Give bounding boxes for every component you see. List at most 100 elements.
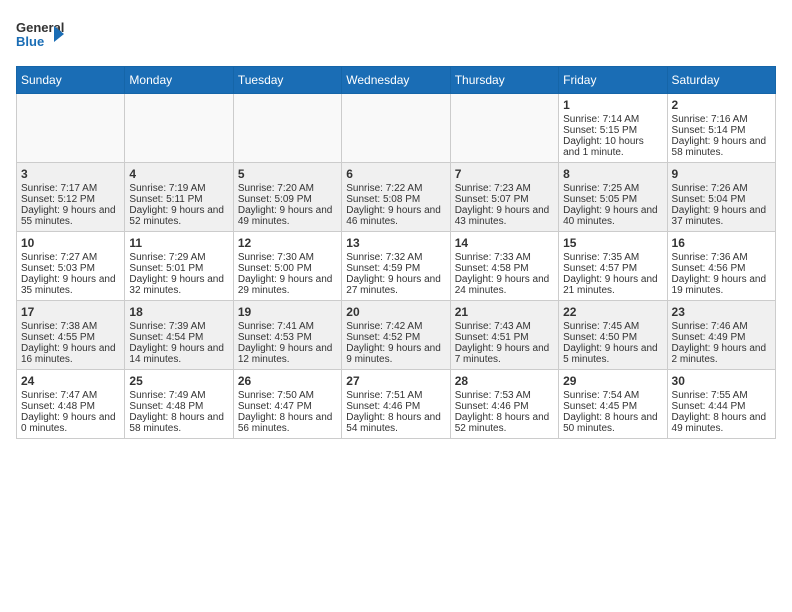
- calendar-cell: [450, 94, 558, 163]
- day-info: Daylight: 9 hours and 14 minutes.: [129, 343, 228, 365]
- day-info: Sunrise: 7:14 AM: [563, 114, 662, 125]
- day-number: 2: [672, 98, 771, 112]
- day-number: 12: [238, 236, 337, 250]
- calendar-cell: 19Sunrise: 7:41 AMSunset: 4:53 PMDayligh…: [233, 301, 341, 370]
- day-info: Daylight: 9 hours and 9 minutes.: [346, 343, 445, 365]
- calendar-week-4: 24 Sunrise: 7:47 AMSunset: 4:48 PM Dayligh…: [17, 370, 776, 439]
- day-info: Sunrise: 7:53 AM: [455, 390, 554, 401]
- day-info: Sunrise: 7:35 AM: [563, 252, 662, 263]
- calendar-cell: 21Sunrise: 7:43 AMSunset: 4:51 PMDayligh…: [450, 301, 558, 370]
- day-info: Sunset: 4:58 PM: [455, 263, 554, 274]
- calendar-cell: 25Sunrise: 7:49 AMSunset: 4:48 PMDayligh…: [125, 370, 233, 439]
- day-number: 21: [455, 305, 554, 319]
- day-number: 8: [563, 167, 662, 181]
- calendar-cell: 26Sunrise: 7:50 AMSunset: 4:47 PMDayligh…: [233, 370, 341, 439]
- day-info: Sunrise: 7:46 AM: [672, 321, 771, 332]
- weekday-header-sunday: Sunday: [17, 67, 125, 94]
- day-number: 20: [346, 305, 445, 319]
- day-info: Daylight: 9 hours and 52 minutes.: [129, 205, 228, 227]
- day-info: Daylight: 9 hours and 24 minutes.: [455, 274, 554, 296]
- weekday-header-friday: Friday: [559, 67, 667, 94]
- day-info: Sunset: 5:08 PM: [346, 194, 445, 205]
- day-info: Daylight: 9 hours and 12 minutes.: [238, 343, 337, 365]
- day-number: 30: [672, 374, 771, 388]
- day-info: Daylight: 8 hours and 58 minutes.: [129, 412, 228, 434]
- day-number: 7: [455, 167, 554, 181]
- day-info: Daylight: 8 hours and 49 minutes.: [672, 412, 771, 434]
- day-number: 6: [346, 167, 445, 181]
- day-info: Sunrise: 7:33 AM: [455, 252, 554, 263]
- calendar-week-0: 1Sunrise: 7:14 AMSunset: 5:15 PMDaylight…: [17, 94, 776, 163]
- calendar-cell: 29Sunrise: 7:54 AMSunset: 4:45 PMDayligh…: [559, 370, 667, 439]
- day-info: Sunset: 5:12 PM: [21, 194, 120, 205]
- calendar-cell: 10Sunrise: 7:27 AMSunset: 5:03 PMDayligh…: [17, 232, 125, 301]
- day-info: Sunset: 5:14 PM: [672, 125, 771, 136]
- day-info: Daylight: 10 hours and 1 minute.: [563, 136, 662, 158]
- day-info: Sunset: 5:04 PM: [672, 194, 771, 205]
- day-info: Sunrise: 7:20 AM: [238, 183, 337, 194]
- day-number: 28: [455, 374, 554, 388]
- day-info: Daylight: 9 hours and 16 minutes.: [21, 343, 120, 365]
- day-info: Daylight: 9 hours and 32 minutes.: [129, 274, 228, 296]
- day-info: Sunrise: 7:51 AM: [346, 390, 445, 401]
- day-info: Daylight: 9 hours and 2 minutes.: [672, 343, 771, 365]
- calendar-header: SundayMondayTuesdayWednesdayThursdayFrid…: [17, 67, 776, 94]
- day-number: 17: [21, 305, 120, 319]
- calendar-cell: 22Sunrise: 7:45 AMSunset: 4:50 PMDayligh…: [559, 301, 667, 370]
- calendar-cell: [17, 94, 125, 163]
- day-number: 14: [455, 236, 554, 250]
- calendar-cell: 1Sunrise: 7:14 AMSunset: 5:15 PMDaylight…: [559, 94, 667, 163]
- day-info: Sunrise: 7:41 AM: [238, 321, 337, 332]
- weekday-header-wednesday: Wednesday: [342, 67, 450, 94]
- day-info: Daylight: 9 hours and 43 minutes.: [455, 205, 554, 227]
- day-info: Sunrise: 7:38 AM: [21, 321, 120, 332]
- calendar-cell: 7Sunrise: 7:23 AMSunset: 5:07 PMDaylight…: [450, 163, 558, 232]
- calendar-cell: 13Sunrise: 7:32 AMSunset: 4:59 PMDayligh…: [342, 232, 450, 301]
- calendar-cell: 30Sunrise: 7:55 AMSunset: 4:44 PMDayligh…: [667, 370, 775, 439]
- day-info: Sunrise: 7:43 AM: [455, 321, 554, 332]
- day-info: Sunset: 4:59 PM: [346, 263, 445, 274]
- day-info: Daylight: 9 hours and 27 minutes.: [346, 274, 445, 296]
- day-info: Sunset: 4:56 PM: [672, 263, 771, 274]
- day-info: Daylight: 8 hours and 52 minutes.: [455, 412, 554, 434]
- day-info: Sunrise: 7:30 AM: [238, 252, 337, 263]
- day-number: 1: [563, 98, 662, 112]
- day-info: Sunset: 5:05 PM: [563, 194, 662, 205]
- weekday-header-row: SundayMondayTuesdayWednesdayThursdayFrid…: [17, 67, 776, 94]
- day-info: Sunset: 5:09 PM: [238, 194, 337, 205]
- day-number: 24: [21, 374, 120, 388]
- day-info: Daylight: 9 hours and 40 minutes.: [563, 205, 662, 227]
- calendar-cell: 14 Sunrise: 7:33 AMSunset: 4:58 PMDayligh…: [450, 232, 558, 301]
- day-info: Sunset: 4:46 PM: [346, 401, 445, 412]
- day-number: 19: [238, 305, 337, 319]
- day-info: Sunrise: 7:23 AM: [455, 183, 554, 194]
- day-info: Daylight: 9 hours and 21 minutes.: [563, 274, 662, 296]
- day-info: Sunrise: 7:26 AM: [672, 183, 771, 194]
- day-info: Sunset: 5:03 PM: [21, 263, 120, 274]
- day-number: 16: [672, 236, 771, 250]
- day-info: Daylight: 9 hours and 37 minutes.: [672, 205, 771, 227]
- logo-icon: General Blue: [16, 16, 64, 54]
- calendar-cell: 8Sunrise: 7:25 AMSunset: 5:05 PMDaylight…: [559, 163, 667, 232]
- header: General Blue: [16, 16, 776, 54]
- day-info: Daylight: 9 hours and 7 minutes.: [455, 343, 554, 365]
- day-info: Sunrise: 7:39 AM: [129, 321, 228, 332]
- day-info: Sunset: 4:49 PM: [672, 332, 771, 343]
- day-info: Sunrise: 7:19 AM: [129, 183, 228, 194]
- day-info: Sunrise: 7:45 AM: [563, 321, 662, 332]
- calendar-cell: 9Sunrise: 7:26 AMSunset: 5:04 PMDaylight…: [667, 163, 775, 232]
- day-info: Daylight: 8 hours and 54 minutes.: [346, 412, 445, 434]
- day-info: Sunrise: 7:49 AM: [129, 390, 228, 401]
- day-info: Sunset: 4:45 PM: [563, 401, 662, 412]
- day-info: Sunset: 4:55 PM: [21, 332, 120, 343]
- day-number: 13: [346, 236, 445, 250]
- day-info: Daylight: 8 hours and 50 minutes.: [563, 412, 662, 434]
- day-info: Sunset: 4:48 PM: [21, 401, 120, 412]
- day-number: 3: [21, 167, 120, 181]
- day-info: Sunset: 5:00 PM: [238, 263, 337, 274]
- day-info: Sunrise: 7:47 AM: [21, 390, 120, 401]
- logo: General Blue: [16, 16, 64, 54]
- calendar-cell: 6Sunrise: 7:22 AMSunset: 5:08 PMDaylight…: [342, 163, 450, 232]
- day-number: 23: [672, 305, 771, 319]
- calendar-cell: 28Sunrise: 7:53 AMSunset: 4:46 PMDayligh…: [450, 370, 558, 439]
